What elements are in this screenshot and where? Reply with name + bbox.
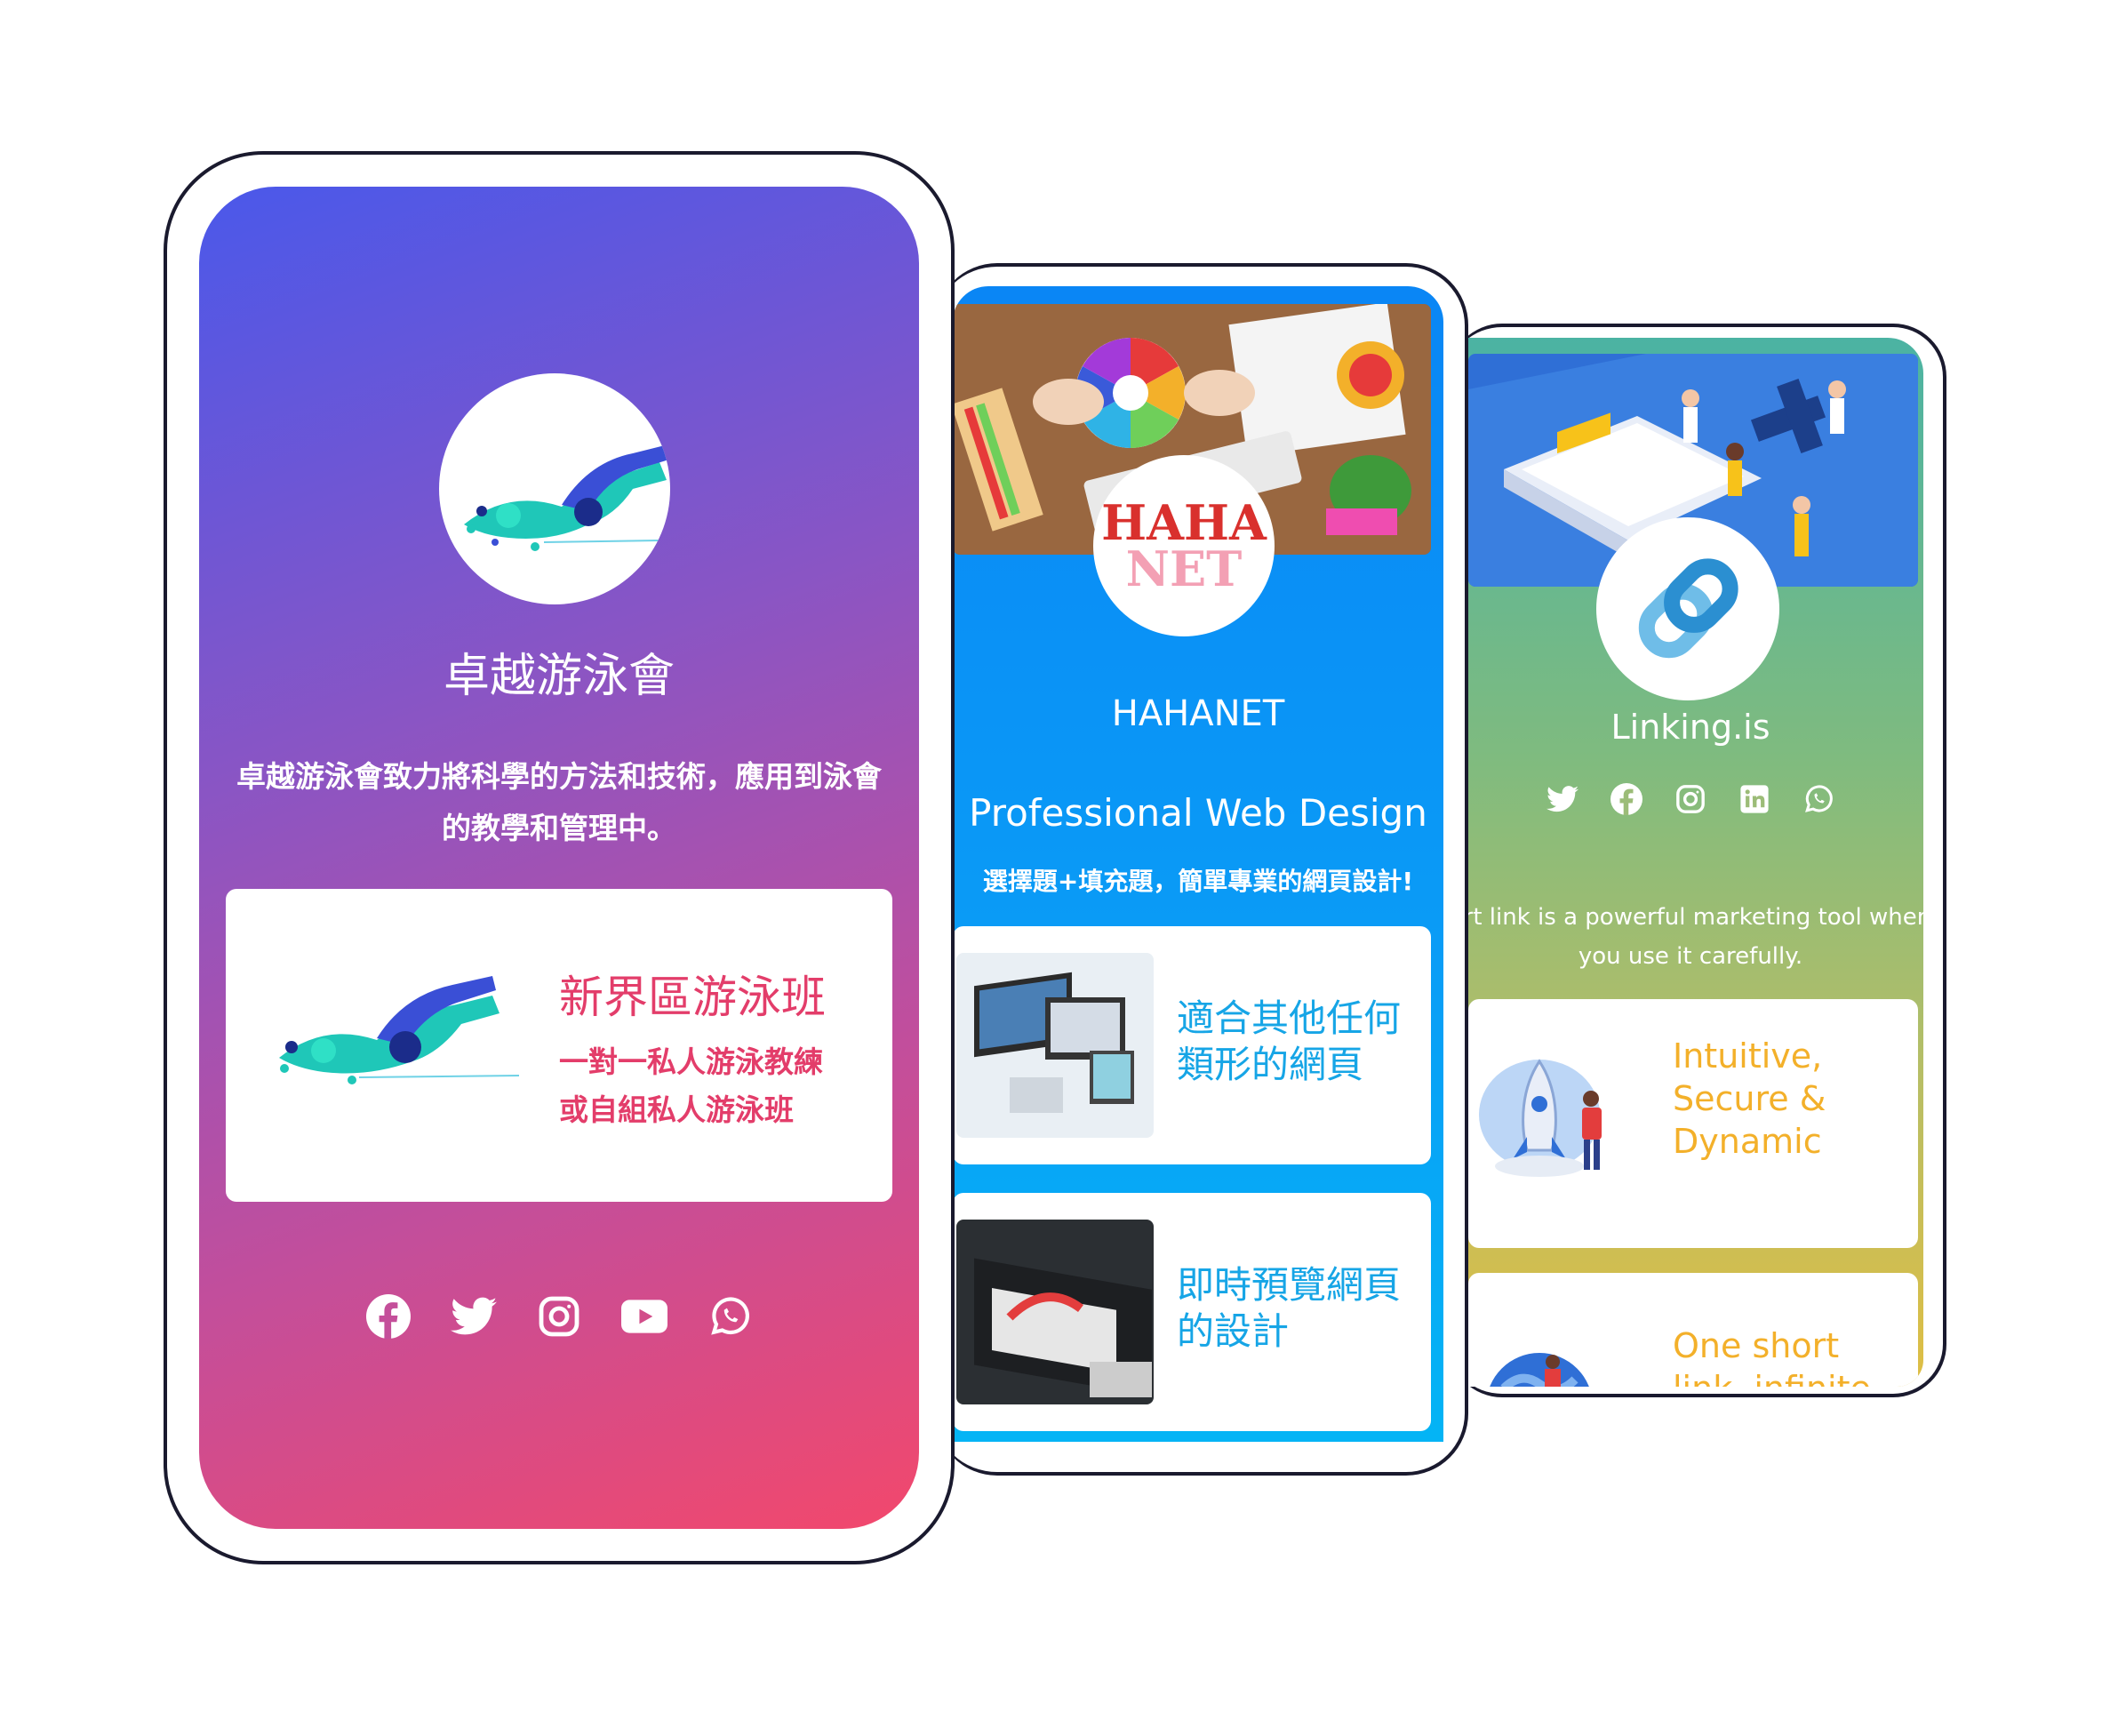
phone-linking: Linking.is ort link is a powerful market… bbox=[1449, 324, 1946, 1397]
swim-club-screen: 卓越游泳會 卓越游泳會致力將科學的方法和技術，應用到泳會的教學和管理中。 新界區… bbox=[199, 187, 919, 1529]
phone-swim-club: 卓越游泳會 卓越游泳會致力將科學的方法和技術，應用到泳會的教學和管理中。 新界區… bbox=[164, 151, 955, 1564]
hahanet-logo: HAHA NET bbox=[1093, 455, 1275, 636]
hahanet-headline: Professional Web Design bbox=[969, 791, 1427, 835]
linking-card-2-title: One short link, infinite bbox=[1673, 1326, 1871, 1387]
hahanet-card-2-title: 即時預覽網頁的設計 bbox=[1177, 1263, 1402, 1353]
hahanet-subtitle: 選擇題+填充題，簡單專業的網頁設計! bbox=[982, 867, 1414, 896]
linking-card-2[interactable]: One short link, infinite bbox=[1468, 1273, 1918, 1387]
linking-screen: Linking.is ort link is a powerful market… bbox=[1468, 338, 1923, 1387]
hahanet-profile-name: HAHANET bbox=[1111, 693, 1285, 734]
linking-avatar bbox=[1596, 517, 1779, 700]
twitter-icon[interactable] bbox=[451, 1293, 497, 1340]
facebook-icon[interactable] bbox=[365, 1293, 412, 1340]
hahanet-screen: HAHA NET HAHANET Professional Web Design… bbox=[953, 286, 1443, 1442]
twitter-icon[interactable] bbox=[1546, 782, 1579, 816]
linking-description: ort link is a powerful marketing tool wh… bbox=[1468, 904, 1923, 970]
whatsapp-icon[interactable] bbox=[707, 1293, 753, 1340]
linking-card-1[interactable]: Intuitive, Secure & Dynamic bbox=[1468, 999, 1918, 1248]
swim-class-card-line2: 或自組私人游泳班 bbox=[559, 1092, 794, 1127]
swim-club-title: 卓越游泳會 bbox=[443, 650, 675, 703]
instagram-icon[interactable] bbox=[1674, 782, 1707, 816]
linking-card-1-title: Intuitive, Secure & Dynamic bbox=[1673, 1036, 1826, 1161]
instagram-icon[interactable] bbox=[536, 1293, 582, 1340]
hahanet-card-1[interactable]: 適合其他任何類形的網頁 bbox=[953, 926, 1431, 1164]
swimmer-illustration bbox=[464, 444, 670, 551]
linking-profile-name: Linking.is bbox=[1610, 708, 1770, 747]
rocket-illustration bbox=[1479, 1059, 1602, 1177]
hahanet-card-2[interactable]: 即時預覽網頁的設計 bbox=[953, 1193, 1431, 1431]
responsive-devices-photo bbox=[956, 953, 1154, 1138]
swim-club-avatar bbox=[439, 373, 670, 604]
swim-club-social-row bbox=[199, 1293, 919, 1340]
globe-illustration bbox=[1490, 1353, 1589, 1387]
hahanet-card-1-title: 適合其他任何類形的網頁 bbox=[1177, 996, 1402, 1086]
swimmer-card-illustration bbox=[279, 976, 520, 1084]
linkedin-icon[interactable] bbox=[1738, 782, 1771, 816]
swim-class-card[interactable]: 新界區游泳班 一對一私人游泳教練 或自組私人游泳班 bbox=[226, 889, 892, 1202]
design-preview-photo bbox=[956, 1220, 1154, 1404]
swim-class-card-line1: 一對一私人游泳教練 bbox=[559, 1044, 823, 1079]
swim-club-description: 卓越游泳會致力將科學的方法和技術，應用到泳會的教學和管理中。 bbox=[236, 759, 882, 845]
swim-class-card-title: 新界區游泳班 bbox=[559, 972, 826, 1023]
youtube-icon[interactable] bbox=[621, 1293, 667, 1340]
phone-hahanet: HAHA NET HAHANET Professional Web Design… bbox=[935, 263, 1468, 1476]
facebook-icon[interactable] bbox=[1610, 782, 1643, 816]
linking-social-row bbox=[1468, 782, 1913, 816]
whatsapp-icon[interactable] bbox=[1802, 782, 1835, 816]
